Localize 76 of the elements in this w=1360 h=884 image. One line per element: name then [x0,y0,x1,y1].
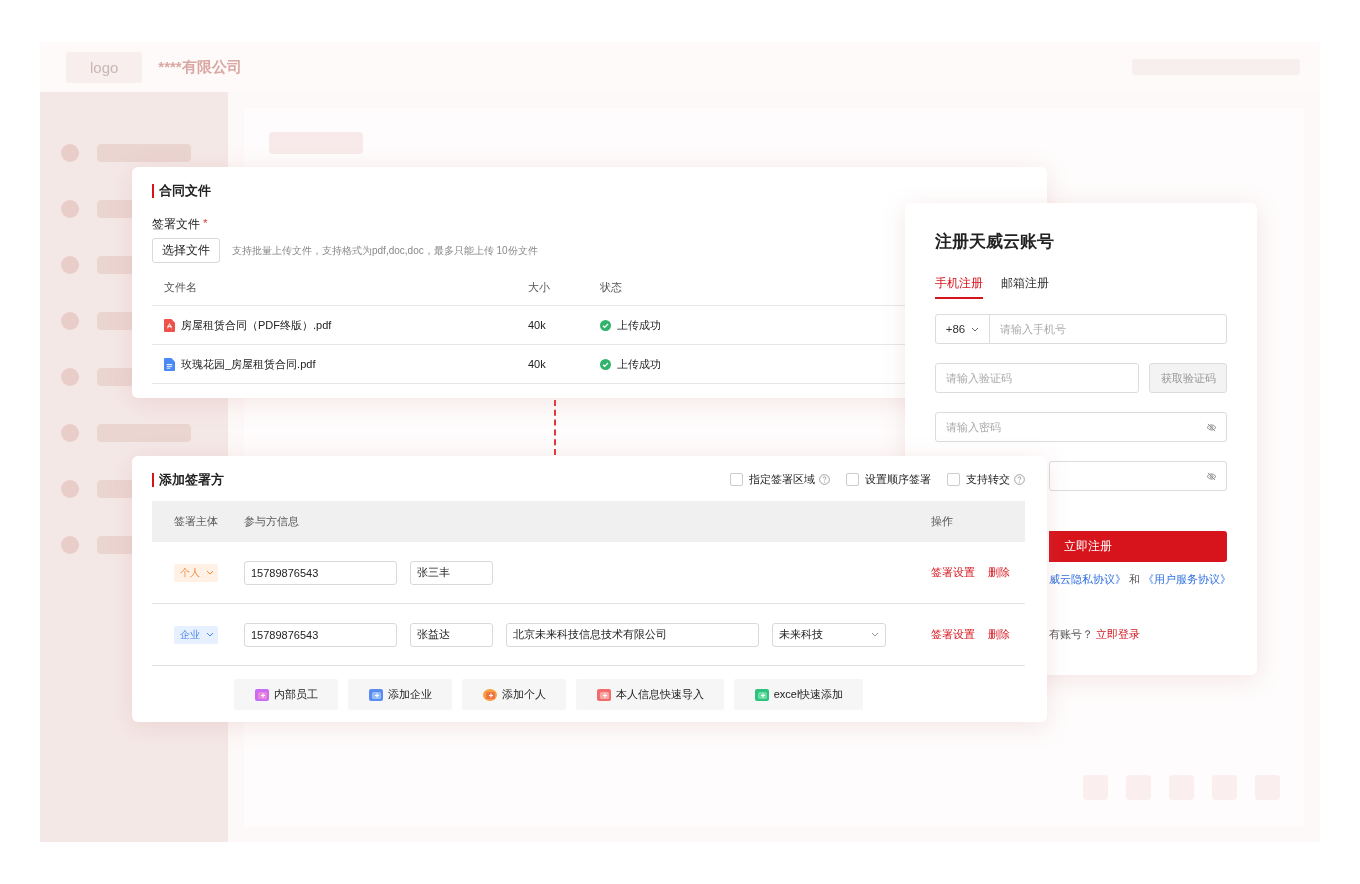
login-prompt: 有账号？ [1049,627,1093,642]
file-size: 40k [528,319,547,331]
add-button[interactable]: 添加个人 [461,679,566,710]
company-input[interactable]: 北京未来科技信息技术有限公司 [506,622,759,647]
phone-field[interactable]: +86 请输入手机号 [935,314,1227,344]
country-code-select[interactable]: +86 [936,315,990,343]
agreement-link[interactable]: 《用户服务协议》 [1143,572,1231,587]
password-input[interactable]: 请输入密码 [935,412,1227,442]
connector-line [554,400,556,455]
placeholder-dot [61,144,79,162]
column-header: 操作 [931,514,954,529]
chevron-down-icon [206,632,214,637]
placeholder-dot [61,536,79,554]
placeholder-dot [61,480,79,498]
name-input[interactable]: 张三丰 [410,560,493,585]
register-title: 注册天威云账号 [935,231,1055,252]
action-link[interactable]: 签署设置 [931,627,975,642]
action-link[interactable]: 删除 [988,627,1010,642]
chevron-down-icon [971,326,980,332]
document-file-icon [164,357,175,371]
confirm-password-field[interactable] [1049,461,1227,491]
column-header: 状态 [600,279,622,295]
column-header: 参与方信息 [244,514,300,529]
section-title: 添加签署方 [152,472,224,487]
column-header: 文件名 [163,279,198,295]
column-header: 签署主体 [173,514,219,529]
add-button[interactable]: 添加企业 [347,679,452,710]
placeholder-dot [61,424,79,442]
section-title: 合同文件 [152,184,1047,198]
add-button[interactable]: 本人信息快速导入 [575,679,724,710]
tab[interactable]: 邮箱注册 [1001,275,1049,299]
phone-input[interactable]: 15789876543 [244,560,397,585]
name-input[interactable]: 张益达 [410,622,493,647]
chevron-down-icon [206,570,214,575]
placeholder-dot [61,312,79,330]
file-name: 房屋租赁合同（PDF终版）.pdf [181,317,332,333]
logo: logo [66,51,143,83]
placeholder-dot [61,368,79,386]
code-input[interactable]: 请输入验证码 [935,363,1139,393]
required-mark: * [203,217,208,231]
column-header: 大小 [528,279,551,295]
action-link[interactable]: 签署设置 [931,565,975,580]
checkbox[interactable] [846,473,859,486]
eye-hidden-icon[interactable] [1206,423,1217,432]
help-icon[interactable] [819,474,830,485]
placeholder-dot [61,200,79,218]
success-check-icon [600,319,611,331]
company-name: ****有限公司 [158,57,242,77]
tab[interactable]: 手机注册 [935,275,983,299]
phone-input[interactable]: 15789876543 [244,622,397,647]
checkbox-label: 支持转交 [966,472,1010,487]
pdf-file-icon [164,318,175,332]
file-name: 玫瑰花园_房屋租赁合同.pdf [181,356,316,372]
placeholder-dot [61,256,79,274]
upload-status: 上传成功 [617,317,661,333]
file-size: 40k [528,358,547,370]
register-button[interactable]: 立即注册 [1049,531,1227,562]
field-label: 签署文件 [152,217,200,232]
checkbox-label: 设置顺序签署 [865,472,931,487]
help-icon[interactable] [1014,474,1025,485]
checkbox[interactable] [947,473,960,486]
add-button[interactable]: 内部员工 [233,679,338,710]
upload-status: 上传成功 [617,356,661,372]
agreement-link[interactable]: 威云隐私协议》 [1049,572,1126,587]
upload-hint: 支持批量上传文件，支持格式为pdf,doc,doc，最多只能上传 10份文件 [232,243,538,258]
add-button[interactable]: excel快速添加 [733,679,864,710]
chevron-down-icon [871,632,879,637]
login-link[interactable]: 立即登录 [1096,627,1140,642]
checkbox-label: 指定签署区域 [749,472,815,487]
success-check-icon [600,358,611,370]
choose-file-button[interactable]: 选择文件 [152,238,220,263]
checkbox[interactable] [730,473,743,486]
eye-hidden-icon[interactable] [1206,471,1217,481]
action-link[interactable]: 删除 [988,565,1010,580]
agreement-text: 和 [1129,572,1140,587]
company-select[interactable]: 未来科技 [772,622,886,647]
